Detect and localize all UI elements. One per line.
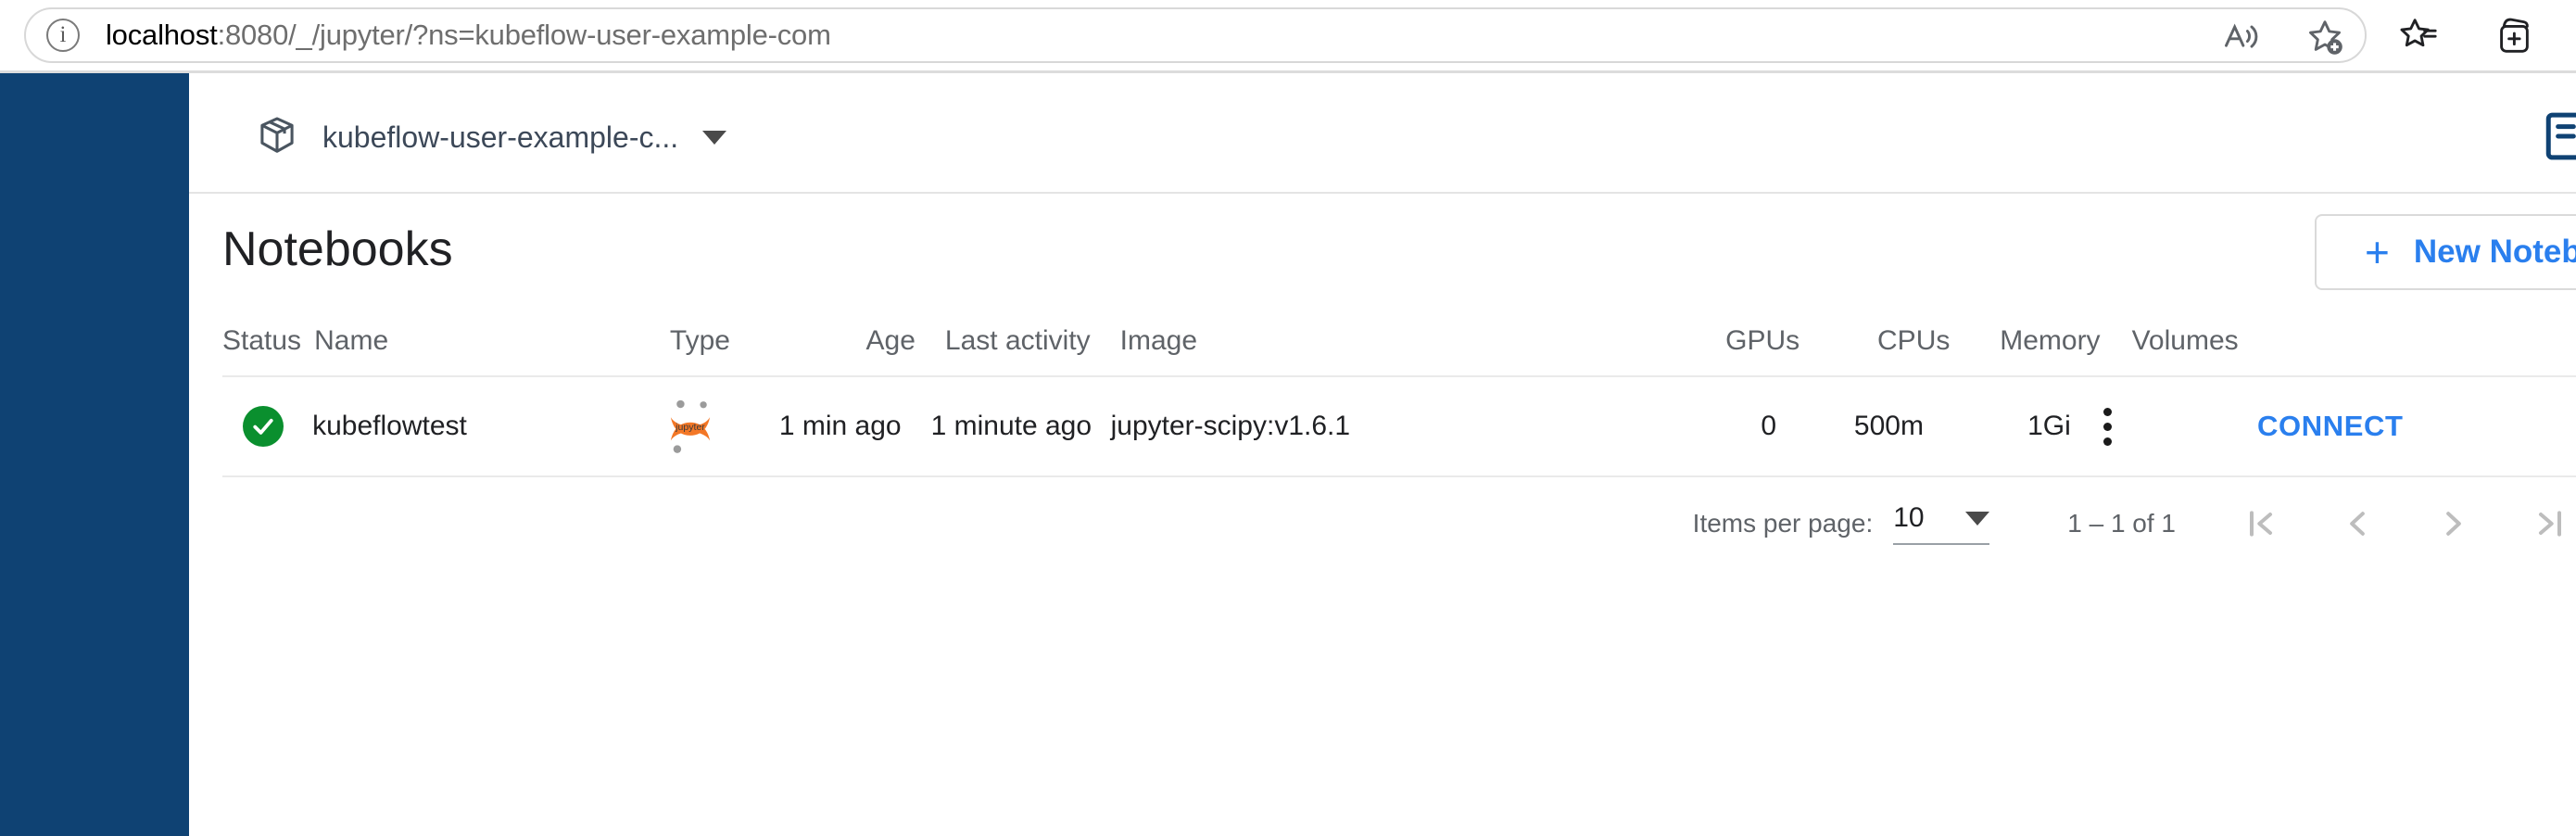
previous-page-icon[interactable] — [2331, 498, 2383, 550]
cell-name: kubeflowtest — [312, 411, 467, 441]
cell-cpus: 500m — [1853, 411, 1924, 441]
items-per-page-select[interactable]: 10 — [1893, 502, 1990, 545]
table-row[interactable]: kubeflowtest jupyter 1 min ago 1 minute … — [222, 377, 2576, 477]
page-header: Notebooks + New Notebook — [189, 196, 2576, 307]
cell-image: jupyter-scipy:v1.6.1 — [1110, 411, 1351, 441]
new-notebook-button[interactable]: + New Notebook — [2315, 214, 2576, 290]
cell-gpus: 0 — [1761, 411, 1777, 441]
items-per-page-value: 10 — [1893, 502, 1925, 533]
browser-toolbar: i localhost:8080/_/jupyter/?ns=kubeflow-… — [0, 0, 2576, 70]
main-content: Notebooks + New Notebook Status Name Typ… — [189, 196, 2576, 836]
address-bar[interactable]: i localhost:8080/_/jupyter/?ns=kubeflow-… — [24, 7, 2367, 63]
column-header-type: Type — [669, 325, 730, 356]
next-page-icon[interactable] — [2428, 498, 2480, 550]
namespace-selector[interactable]: kubeflow-user-example-c... — [256, 114, 727, 161]
column-header-gpus: GPUs — [1725, 325, 1800, 356]
column-header-memory: Memory — [2000, 325, 2101, 356]
pagination-range-label: 1 – 1 of 1 — [2067, 509, 2176, 538]
items-per-page-label: Items per page: — [1692, 509, 1874, 538]
paginator: Items per page: 10 1 – 1 of 1 — [222, 477, 2576, 570]
read-aloud-icon[interactable] — [2220, 16, 2263, 58]
url-host: localhost — [106, 19, 218, 51]
page-title: Notebooks — [222, 222, 453, 276]
cell-volumes — [2071, 407, 2178, 446]
cell-age: 1 min ago — [778, 411, 902, 441]
cell-last-activity: 1 minute ago — [930, 411, 1092, 441]
column-header-cpus: CPUs — [1877, 325, 1951, 356]
chevron-down-icon — [1965, 511, 1990, 526]
kebab-menu-icon[interactable] — [2102, 407, 2114, 446]
cell-actions: CONNECT — [2178, 404, 2576, 450]
column-header-status: Status — [222, 325, 302, 356]
notebooks-table: Status Name Type Age Last activity Image… — [222, 307, 2576, 570]
collections-icon[interactable] — [2493, 14, 2535, 57]
new-notebook-label: New Notebook — [2413, 234, 2576, 270]
column-header-last-activity: Last activity — [944, 325, 1091, 356]
cell-memory: 1Gi — [2027, 411, 2071, 441]
check-circle-icon — [243, 406, 284, 447]
add-favorite-icon[interactable] — [2304, 16, 2346, 58]
column-header-image: Image — [1119, 325, 1198, 356]
kubeflow-topbar: kubeflow-user-example-c... — [189, 73, 2576, 194]
column-header-volumes: Volumes — [2131, 325, 2239, 356]
svg-text:jupyter: jupyter — [675, 422, 705, 433]
table-header-row: Status Name Type Age Last activity Image… — [222, 307, 2576, 377]
jupyter-logo-icon: jupyter — [670, 399, 710, 453]
last-page-icon[interactable] — [2524, 498, 2576, 550]
site-info-icon[interactable]: i — [46, 19, 80, 52]
topbar-notebook-icon[interactable] — [2543, 110, 2576, 167]
chevron-down-icon[interactable] — [702, 131, 727, 145]
package-box-icon — [256, 114, 298, 161]
column-header-age: Age — [865, 325, 915, 356]
column-header-name: Name — [314, 325, 389, 356]
url-path: :8080/_/jupyter/?ns=kubeflow-user-exampl… — [217, 19, 831, 51]
plus-icon: + — [2365, 228, 2390, 276]
sidebar: w ds s (AutoML) s (KFP) — [0, 73, 189, 836]
favorites-icon[interactable] — [2396, 14, 2439, 57]
cell-status — [222, 406, 312, 447]
url-text: localhost:8080/_/jupyter/?ns=kubeflow-us… — [106, 19, 831, 52]
namespace-label: kubeflow-user-example-c... — [322, 120, 679, 154]
first-page-icon[interactable] — [2235, 498, 2287, 550]
cell-type: jupyter — [643, 398, 738, 455]
connect-button[interactable]: CONNECT — [2257, 410, 2403, 443]
